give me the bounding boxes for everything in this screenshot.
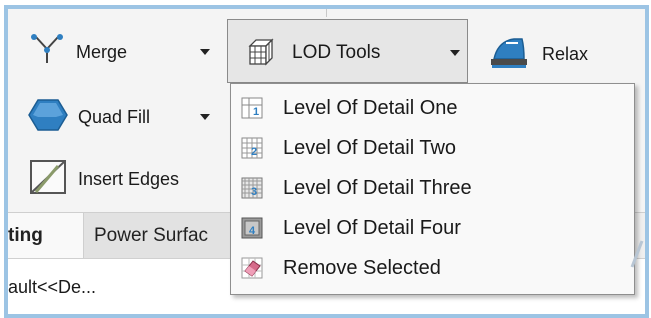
tab-modeling[interactable]: ting: [8, 213, 84, 258]
app-frame: Merge Quad Fill Insert Edges LOD Tools R…: [4, 5, 649, 318]
tab-power-surfacing[interactable]: Power Surfac: [84, 213, 234, 258]
quad-fill-icon: [28, 97, 68, 138]
lod-two-icon: 2: [241, 137, 263, 159]
lod-tools-menu: 1 Level Of Detail One 2 Level Of Detail …: [230, 83, 635, 295]
menu-item-remove-selected[interactable]: Remove Selected: [231, 248, 634, 288]
menu-item-lod-two[interactable]: 2 Level Of Detail Two: [231, 128, 634, 168]
lod-tools-dropdown-arrow[interactable]: [450, 50, 460, 56]
iron-icon: [488, 33, 532, 76]
menu-item-label: Level Of Detail Two: [283, 137, 457, 159]
quad-fill-dropdown-arrow[interactable]: [200, 114, 210, 120]
quad-fill-button[interactable]: Quad Fill: [28, 97, 218, 137]
merge-icon: [28, 33, 66, 72]
relax-label: Relax: [542, 43, 589, 64]
lod-one-icon: 1: [241, 97, 263, 119]
partial-icon: [630, 239, 644, 269]
insert-edges-icon: [28, 158, 68, 201]
eraser-icon: [241, 257, 263, 279]
menu-item-lod-four[interactable]: 4 Level Of Detail Four: [231, 208, 634, 248]
menu-item-label: Remove Selected: [283, 257, 441, 279]
lod-tools-button[interactable]: LOD Tools: [227, 19, 468, 83]
menu-item-label: Level Of Detail Four: [283, 217, 461, 239]
tab-power-surfacing-label: Power Surfac: [94, 224, 209, 246]
insert-edges-button[interactable]: Insert Edges: [28, 159, 223, 199]
svg-text:3: 3: [251, 186, 257, 198]
lod-cube-icon: [242, 36, 276, 75]
relax-button[interactable]: Relax: [488, 34, 618, 74]
svg-text:4: 4: [249, 225, 256, 237]
svg-text:2: 2: [251, 146, 257, 158]
insert-edges-label: Insert Edges: [78, 168, 180, 189]
merge-button[interactable]: Merge: [28, 32, 218, 72]
menu-item-label: Level Of Detail Three: [283, 177, 472, 199]
lod-four-icon: 4: [241, 217, 263, 239]
quad-fill-label: Quad Fill: [78, 106, 151, 127]
merge-dropdown-arrow[interactable]: [200, 49, 210, 55]
lod-three-icon: 3: [241, 177, 263, 199]
menu-item-lod-one[interactable]: 1 Level Of Detail One: [231, 88, 634, 128]
merge-label: Merge: [76, 41, 128, 62]
tab-modeling-label: ting: [8, 224, 43, 246]
svg-text:1: 1: [253, 106, 259, 118]
lod-tools-label: LOD Tools: [292, 42, 381, 63]
menu-item-lod-three[interactable]: 3 Level Of Detail Three: [231, 168, 634, 208]
toolbar-divider: [326, 9, 327, 17]
menu-item-label: Level Of Detail One: [283, 97, 458, 119]
status-text: ault<<De...: [8, 277, 97, 297]
